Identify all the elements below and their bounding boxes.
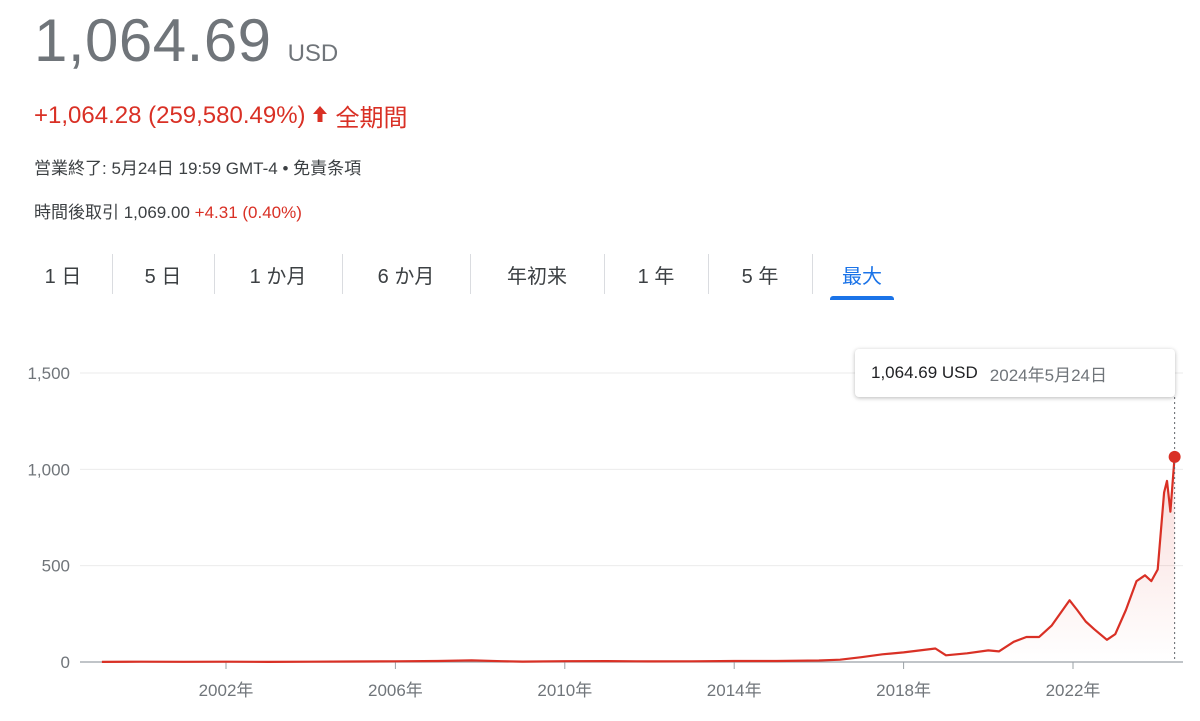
price-change: +1,064.28 (259,580.49%)	[34, 101, 306, 129]
tab-label: 1 日	[44, 265, 82, 288]
x-tick-label: 2010年	[537, 681, 592, 700]
tab-label: 1 年	[637, 265, 675, 288]
tab-label: 5 年	[741, 265, 779, 288]
range-tabs: 1 日 5 日 1 か月 6 か月 年初来 1 年 5 年 最大	[14, 252, 912, 300]
x-tick-label: 2014年	[707, 681, 762, 700]
tab-label: 年初来	[507, 265, 567, 288]
tab-1m[interactable]: 1 か月	[214, 252, 342, 296]
active-tab-indicator	[830, 296, 894, 300]
last-point-marker	[1168, 450, 1181, 463]
series-line	[101, 456, 1176, 663]
tab-max[interactable]: 最大	[812, 252, 912, 300]
x-tick-label: 2006年	[368, 681, 423, 700]
tab-1d[interactable]: 1 日	[14, 252, 112, 296]
x-tick-label: 2002年	[199, 681, 254, 700]
after-hours-info: 時間後取引 1,069.00 +4.31 (0.40%)	[34, 198, 302, 223]
y-tick-label: 500	[42, 557, 70, 576]
tab-label: 最大	[842, 265, 882, 288]
after-hours-change: +4.31 (0.40%)	[194, 203, 302, 222]
x-tick-label: 2018年	[876, 681, 931, 700]
current-price: 1,064.69	[34, 7, 272, 74]
tab-label: 1 か月	[249, 265, 307, 288]
currency-label: USD	[287, 40, 339, 67]
tab-5d[interactable]: 5 日	[112, 252, 214, 296]
y-tick-label: 0	[61, 653, 70, 672]
price-row: 1,064.69 USD	[34, 6, 338, 75]
tab-label: 6 か月	[377, 265, 435, 288]
after-hours-label: 時間後取引 1,069.00	[34, 203, 190, 222]
tab-5y[interactable]: 5 年	[708, 252, 812, 296]
chart-tooltip: 1,064.69 USD 2024年5月24日	[855, 349, 1175, 397]
period-label: 全期間	[335, 105, 408, 132]
series-area	[101, 456, 1175, 662]
tab-label: 5 日	[144, 265, 182, 288]
tab-ytd[interactable]: 年初来	[470, 252, 604, 296]
y-tick-label: 1,500	[27, 364, 70, 383]
arrow-up-icon	[312, 102, 328, 130]
x-tick-label: 2022年	[1046, 681, 1101, 700]
y-tick-label: 1,000	[27, 460, 70, 479]
tab-1y[interactable]: 1 年	[604, 252, 708, 296]
tooltip-date: 2024年5月24日	[989, 365, 1107, 385]
price-change-row: +1,064.28 (259,580.49%) 全期間	[34, 98, 408, 133]
tab-6m[interactable]: 6 か月	[342, 252, 470, 296]
market-closed-info: 営業終了: 5月24日 19:59 GMT-4 • 免責条項	[34, 159, 362, 178]
tooltip-price: 1,064.69 USD	[871, 363, 978, 382]
